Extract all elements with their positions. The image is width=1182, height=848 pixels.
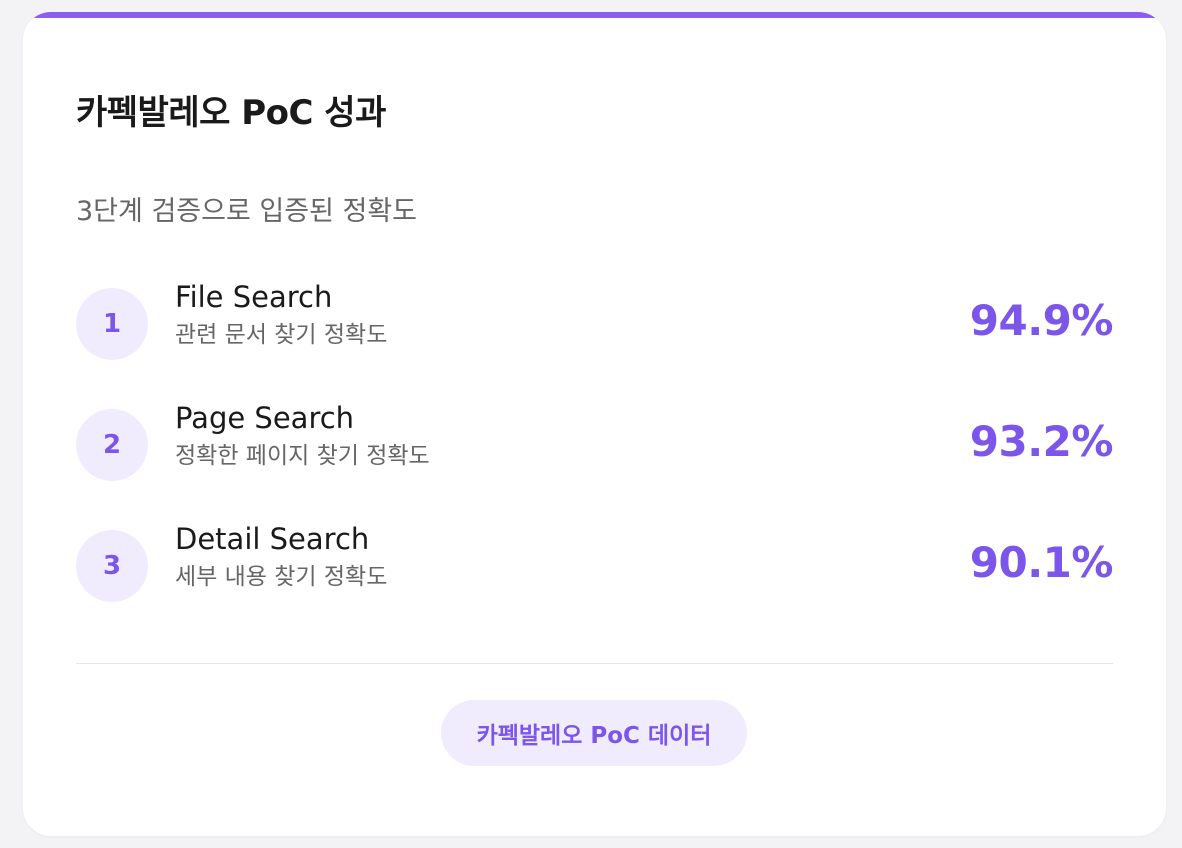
card-title: 카펙발레오 PoC 성과 [76,93,386,133]
poc-data-button[interactable]: 카펙발레오 PoC 데이터 [441,700,747,766]
step-item-file-search: 1 File Search 관련 문서 찾기 정확도 94.9% [76,280,1114,409]
step-text: Detail Search 세부 내용 찾기 정확도 [175,520,387,594]
step-number-badge: 2 [76,409,148,481]
poc-results-card: 카펙발레오 PoC 성과 3단계 검증으로 입증된 정확도 1 File Sea… [23,12,1166,836]
card-accent-bar [23,12,1166,18]
step-description: 세부 내용 찾기 정확도 [175,564,388,590]
step-number-badge: 3 [76,530,148,602]
step-accuracy-value: 93.2% [969,417,1114,466]
step-item-detail-search: 3 Detail Search 세부 내용 찾기 정확도 90.1% [76,522,1114,651]
step-item-page-search: 2 Page Search 정확한 페이지 찾기 정확도 93.2% [76,401,1114,530]
step-text: Page Search 정확한 페이지 찾기 정확도 [175,399,430,473]
step-description: 정확한 페이지 찾기 정확도 [175,443,430,469]
step-text: File Search 관련 문서 찾기 정확도 [175,278,387,352]
step-description: 관련 문서 찾기 정확도 [175,322,388,348]
steps-list: 1 File Search 관련 문서 찾기 정확도 94.9% 2 Page … [76,280,1114,651]
step-accuracy-value: 90.1% [969,538,1114,587]
step-accuracy-value: 94.9% [969,296,1114,345]
step-name: Detail Search [175,522,370,556]
divider [76,663,1113,664]
step-name: File Search [175,280,333,314]
step-number-badge: 1 [76,288,148,360]
step-name: Page Search [175,401,355,435]
card-subtitle: 3단계 검증으로 입증된 정확도 [76,196,418,227]
